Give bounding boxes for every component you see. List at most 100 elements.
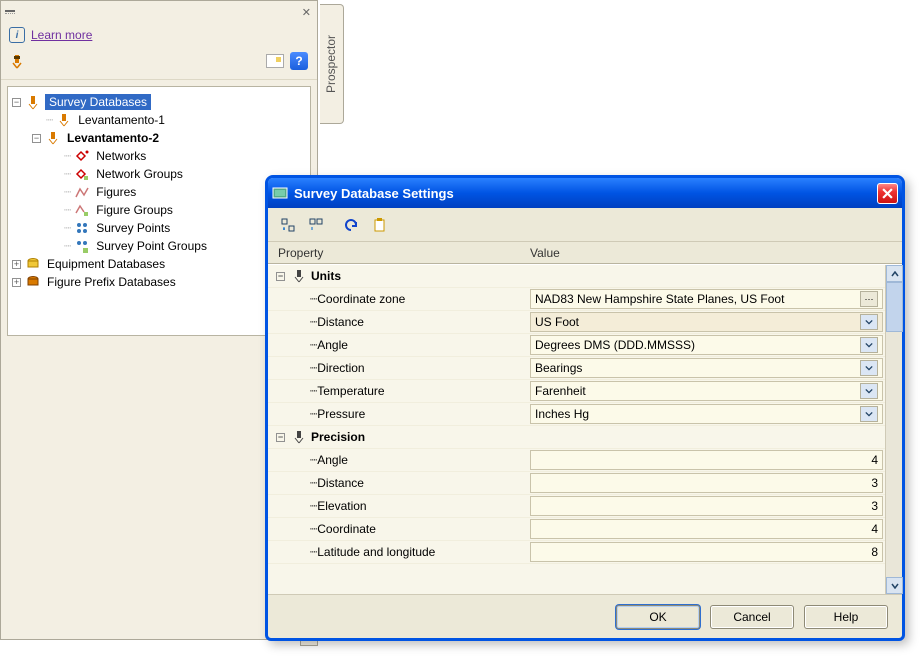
network-groups-icon — [74, 166, 90, 182]
prop-coordinate-zone[interactable]: ┈Coordinate zone NAD83 New Hampshire Sta… — [268, 288, 885, 311]
prop-precision-distance[interactable]: ┈Distance 3 — [268, 472, 885, 495]
prop-precision-angle[interactable]: ┈Angle 4 — [268, 449, 885, 472]
dropdown-button[interactable] — [860, 360, 878, 376]
db-item-icon — [45, 130, 61, 146]
prop-value: 4 — [871, 453, 878, 467]
tree-label: Survey Points — [94, 220, 172, 236]
prop-temperature[interactable]: ┈Temperature Farenheit — [268, 380, 885, 403]
tree-item-levantamento-2[interactable]: − Levantamento-2 — [12, 129, 306, 147]
collapse-all-icon[interactable] — [306, 215, 326, 235]
prop-precision-coordinate[interactable]: ┈Coordinate 4 — [268, 518, 885, 541]
tree-label: Figure Groups — [94, 202, 175, 218]
prop-value: 4 — [871, 522, 878, 536]
prop-value: 3 — [871, 476, 878, 490]
dropdown-button[interactable] — [860, 337, 878, 353]
figures-icon — [74, 184, 90, 200]
prop-precision-elevation[interactable]: ┈Elevation 3 — [268, 495, 885, 518]
tree-item-levantamento-1[interactable]: ┈ Levantamento-1 — [12, 111, 306, 129]
prop-value: 3 — [871, 499, 878, 513]
dialog-title: Survey Database Settings — [294, 186, 454, 201]
prop-label: Temperature — [317, 384, 384, 398]
scroll-up-icon[interactable] — [886, 265, 903, 282]
prop-direction[interactable]: ┈Direction Bearings — [268, 357, 885, 380]
group-label: Precision — [311, 430, 365, 444]
prop-value: NAD83 New Hampshire State Planes, US Foo… — [535, 292, 860, 306]
tree-label: Network Groups — [94, 166, 185, 182]
tree-label: Survey Point Groups — [94, 238, 209, 254]
survey-icon — [291, 268, 307, 284]
tree-label: Networks — [94, 148, 148, 164]
property-grid-header: Property Value — [268, 242, 902, 264]
dropdown-button[interactable] — [860, 314, 878, 330]
tree-item-figure-prefix-databases[interactable]: + Figure Prefix Databases — [12, 273, 306, 291]
dialog-close-button[interactable] — [877, 183, 898, 204]
prop-value: US Foot — [535, 315, 860, 329]
grid-scrollbar[interactable] — [885, 265, 902, 594]
prop-value: Farenheit — [535, 384, 860, 398]
dialog-titlebar[interactable]: Survey Database Settings — [268, 178, 902, 208]
figure-prefix-db-icon — [25, 274, 41, 290]
browse-button[interactable]: ⋯ — [860, 291, 878, 307]
paste-icon[interactable] — [370, 215, 390, 235]
tree-label: Figure Prefix Databases — [45, 274, 178, 290]
group-label: Units — [311, 269, 341, 283]
header-property[interactable]: Property — [278, 246, 530, 260]
undo-icon[interactable] — [342, 215, 362, 235]
prop-angle[interactable]: ┈Angle Degrees DMS (DDD.MMSSS) — [268, 334, 885, 357]
learn-more-link[interactable]: Learn more — [31, 28, 92, 42]
prop-value: Bearings — [535, 361, 860, 375]
dropdown-button[interactable] — [860, 383, 878, 399]
prospector-tab[interactable]: Prospector — [320, 4, 344, 124]
property-grid[interactable]: − Units ┈Coordinate zone NAD83 New Hamps… — [268, 265, 885, 594]
cancel-button[interactable]: Cancel — [710, 605, 794, 629]
tree-item-figure-groups[interactable]: ┈ Figure Groups — [12, 201, 306, 219]
dialog-toolbar — [268, 208, 902, 242]
side-tab-label: Prospector — [325, 35, 339, 93]
prop-distance[interactable]: ┈Distance US Foot — [268, 311, 885, 334]
survey-database-settings-dialog: Survey Database Settings Property Value … — [265, 175, 905, 641]
prop-label: Elevation — [317, 499, 366, 513]
tree-item-equipment-databases[interactable]: + Equipment Databases — [12, 255, 306, 273]
survey-icon — [291, 429, 307, 445]
dialog-footer: OK Cancel Help — [268, 594, 902, 638]
tree-label: Figures — [94, 184, 138, 200]
dialog-app-icon — [272, 185, 288, 201]
survey-tool-icon[interactable] — [9, 53, 25, 69]
ok-button[interactable]: OK — [616, 605, 700, 629]
prop-label: Coordinate zone — [317, 292, 405, 306]
prop-label: Direction — [317, 361, 364, 375]
prop-value: 8 — [871, 545, 878, 559]
db-item-icon — [56, 112, 72, 128]
prop-label: Distance — [317, 476, 364, 490]
help-icon[interactable]: ? — [289, 51, 309, 71]
tree-label: Levantamento-1 — [76, 112, 167, 128]
survey-db-icon — [25, 94, 41, 110]
tree-item-survey-points[interactable]: ┈ Survey Points — [12, 219, 306, 237]
prop-label: Angle — [317, 338, 348, 352]
panel-close-icon[interactable]: ✕ — [300, 6, 313, 19]
tree-item-survey-point-groups[interactable]: ┈ Survey Point Groups — [12, 237, 306, 255]
tree-label: Equipment Databases — [45, 256, 167, 272]
prop-pressure[interactable]: ┈Pressure Inches Hg — [268, 403, 885, 426]
tree-item-figures[interactable]: ┈ Figures — [12, 183, 306, 201]
header-value[interactable]: Value — [530, 246, 902, 260]
prop-value: Degrees DMS (DDD.MMSSS) — [535, 338, 860, 352]
expand-all-icon[interactable] — [278, 215, 298, 235]
panel-header: ✕ — [1, 1, 317, 23]
tree-root-survey-databases[interactable]: − Survey Databases — [12, 93, 306, 111]
tree-item-networks[interactable]: ┈ Networks — [12, 147, 306, 165]
tree-item-network-groups[interactable]: ┈ Network Groups — [12, 165, 306, 183]
points-icon — [74, 220, 90, 236]
dropdown-button[interactable] — [860, 406, 878, 422]
scroll-down-icon[interactable] — [886, 577, 903, 594]
group-precision[interactable]: − Precision — [268, 426, 885, 449]
help-button[interactable]: Help — [804, 605, 888, 629]
save-icon[interactable] — [265, 51, 285, 71]
scroll-thumb[interactable] — [886, 282, 903, 332]
collapse-grip-icon[interactable] — [5, 10, 15, 14]
group-units[interactable]: − Units — [268, 265, 885, 288]
equipment-db-icon — [25, 256, 41, 272]
prop-precision-latlon[interactable]: ┈Latitude and longitude 8 — [268, 541, 885, 564]
tree-label: Survey Databases — [45, 94, 151, 110]
prop-value: Inches Hg — [535, 407, 860, 421]
